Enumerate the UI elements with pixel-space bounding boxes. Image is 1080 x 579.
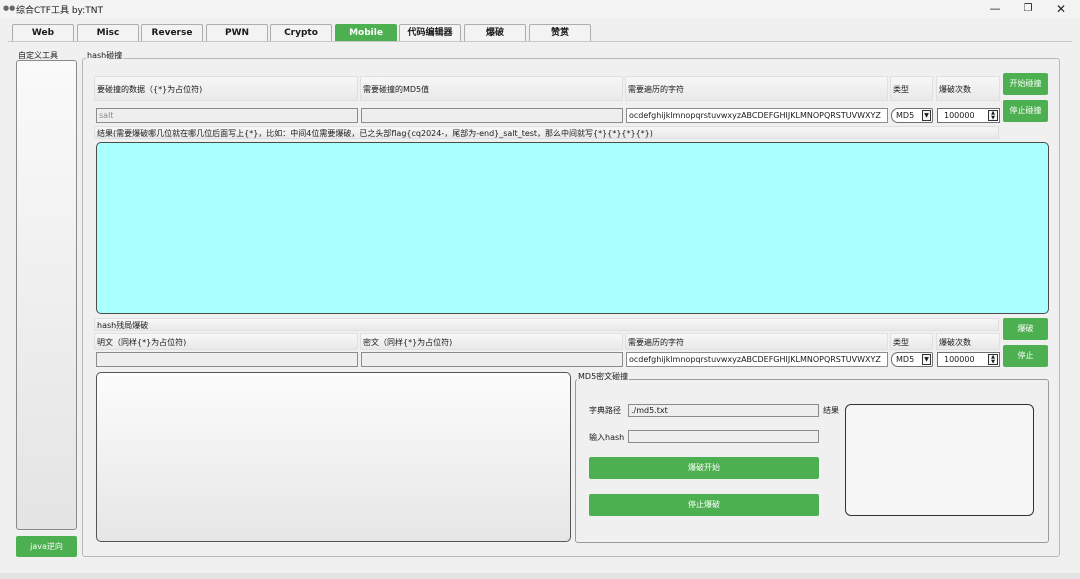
result-hint: 结果(需要爆破哪几位就在哪几位后面写上{*}，比如：中间4位需要爆破，已之头部f… [94, 126, 999, 139]
mask-plain-label: 明文（同样{*}为占位符) [94, 333, 358, 350]
mask-type-label: 类型 [890, 333, 933, 350]
hash-mask-title: hash残局爆破 [94, 318, 999, 331]
tab-code-editor[interactable]: 代码编辑器 [399, 24, 461, 42]
dict-path-input[interactable]: ./md5.txt [628, 404, 819, 417]
tab-mobile[interactable]: Mobile [335, 24, 397, 42]
collision-count-label: 爆破次数 [936, 76, 1000, 101]
tab-pwn[interactable]: PWN [206, 24, 268, 42]
input-hash-field[interactable] [628, 430, 819, 443]
mask-type-select[interactable]: MD5 ▼ [891, 352, 933, 367]
stepper-icon[interactable]: ▲ ▼ [988, 354, 998, 365]
custom-tools-title: 自定义工具 [18, 51, 58, 60]
tab-misc[interactable]: Misc [77, 24, 139, 42]
collision-charset-label: 需要遍历的字符 [625, 76, 888, 101]
mask-type-value: MD5 [896, 355, 915, 364]
title-bar [0, 0, 1080, 18]
collision-result-textarea[interactable] [96, 142, 1049, 314]
app-icon: ●● [3, 4, 16, 12]
collision-count-value: 100000 [944, 111, 975, 120]
mask-plain-input[interactable] [96, 352, 358, 367]
mask-stop-button[interactable]: 停止 [1003, 345, 1048, 367]
minimize-icon[interactable]: — [980, 1, 1010, 17]
md5-collision-title: MD5密文碰撞 [577, 371, 630, 382]
collision-md5-input[interactable] [361, 108, 623, 123]
custom-tools-panel[interactable] [16, 60, 77, 530]
collision-count-spinbox[interactable]: 100000 ▲ ▼ [937, 108, 1000, 123]
close-icon[interactable]: ✕ [1046, 1, 1076, 17]
md5-stop-button[interactable]: 停止爆破 [589, 494, 819, 516]
hash-collision-title: hash碰撞 [86, 50, 124, 61]
maximize-icon[interactable]: ❐ [1013, 1, 1043, 17]
mask-crack-button[interactable]: 爆破 [1003, 318, 1048, 340]
collision-md5-label: 需要碰撞的MD5值 [360, 76, 623, 101]
collision-data-placeholder: salt [99, 111, 114, 120]
collision-type-value: MD5 [896, 111, 915, 120]
tab-crypto[interactable]: Crypto [270, 24, 332, 42]
mask-charset-label: 需要遍历的字符 [625, 333, 888, 350]
mask-cipher-label: 密文（同样{*}为占位符) [360, 333, 623, 350]
collision-data-label: 要碰撞的数据（{*}为占位符) [94, 76, 358, 101]
collision-type-label: 类型 [890, 76, 933, 101]
collision-type-select[interactable]: MD5 ▼ [891, 108, 933, 123]
chevron-down-icon[interactable]: ▼ [922, 110, 931, 121]
mask-cipher-input[interactable] [361, 352, 623, 367]
chevron-down-icon[interactable]: ▼ [922, 354, 931, 365]
window-title: 综合CTF工具 by:TNT [16, 6, 103, 16]
dict-path-label: 字典路径 [589, 406, 621, 415]
mask-count-spinbox[interactable]: 100000 ▲ ▼ [937, 352, 1000, 367]
input-hash-label: 输入hash [589, 433, 625, 442]
mask-count-value: 100000 [944, 355, 975, 364]
collision-data-input[interactable]: salt [96, 108, 358, 123]
tab-donate[interactable]: 赞赏 [529, 24, 591, 42]
tab-reverse[interactable]: Reverse [141, 24, 203, 42]
mask-output-textarea[interactable] [96, 372, 571, 542]
mask-charset-input[interactable]: ocdefghijklmnopqrstuvwxyzABCDEFGHIJKLMNO… [626, 352, 888, 367]
collision-charset-input[interactable]: ocdefghijklmnopqrstuvwxyzABCDEFGHIJKLMNO… [626, 108, 888, 123]
bottom-strip [0, 573, 1080, 579]
stop-collision-button[interactable]: 停止碰撞 [1003, 100, 1048, 122]
md5-result-textarea[interactable] [845, 404, 1034, 516]
tab-bruteforce[interactable]: 爆破 [464, 24, 526, 42]
tab-divider [8, 41, 1072, 42]
stepper-icon[interactable]: ▲ ▼ [988, 110, 998, 121]
md5-result-label: 结果 [823, 406, 839, 415]
start-collision-button[interactable]: 开始碰撞 [1003, 73, 1048, 95]
tab-web[interactable]: Web [12, 24, 74, 42]
java-reverse-button[interactable]: java逆向 [16, 536, 77, 557]
md5-start-button[interactable]: 爆破开始 [589, 457, 819, 479]
mask-count-label: 爆破次数 [936, 333, 1000, 350]
